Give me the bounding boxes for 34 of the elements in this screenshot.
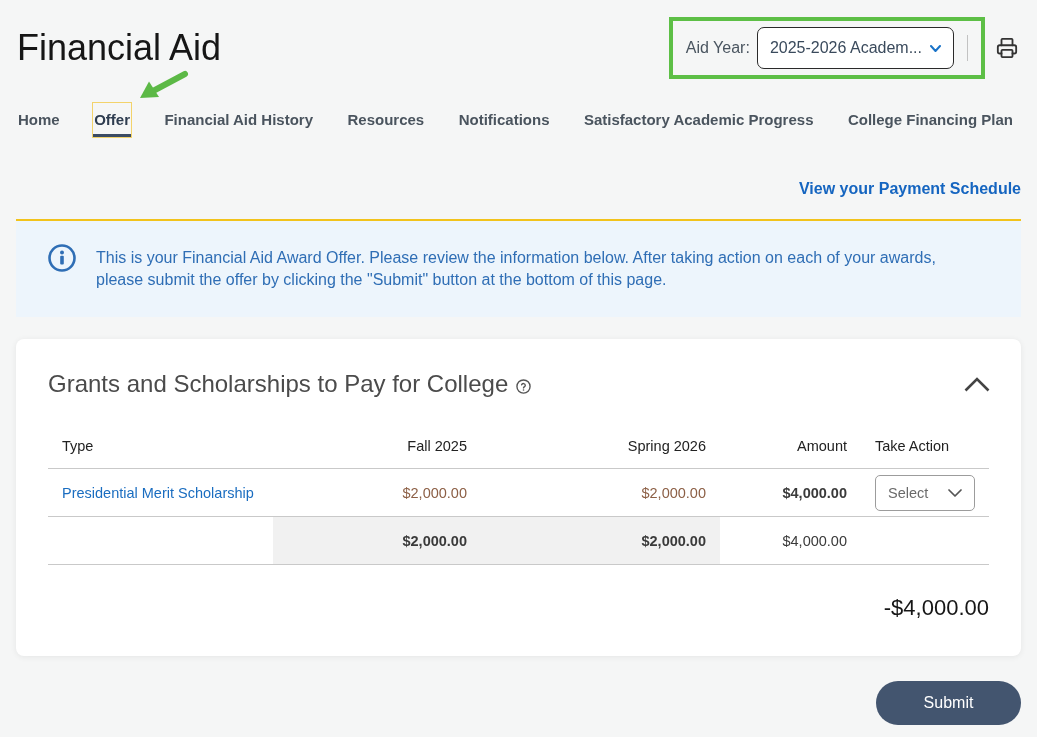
nav-tab[interactable]: Home (17, 103, 61, 137)
column-header: Take Action (875, 438, 950, 454)
chevron-down-icon (930, 44, 941, 52)
column-header: Amount (797, 438, 847, 454)
table-cell: $2,000.00 (402, 484, 467, 501)
chevron-up-icon[interactable] (964, 376, 990, 392)
nav-tab[interactable]: Offer (93, 103, 131, 137)
total-cell: $2,000.00 (273, 517, 481, 564)
column-header: Spring 2026 (627, 438, 706, 454)
aid-year-select[interactable]: 2025-2026 Academ... (756, 27, 954, 69)
column-header: Fall 2025 (407, 438, 467, 454)
page-title: Financial Aid (17, 26, 222, 70)
table-cell: $2,000.00 (641, 484, 706, 501)
info-icon (48, 244, 76, 272)
nav-tab[interactable]: Resources (346, 103, 426, 137)
help-icon[interactable] (516, 378, 532, 394)
action-select[interactable]: Select (875, 474, 975, 511)
balance-amount: -$4,000.00 (883, 595, 989, 621)
award-link[interactable]: Presidential Merit Scholarship (62, 484, 254, 501)
info-message: This is your Financial Aid Award Offer. Please review the information below. After taking action on each of your awards, please submit the offer by clicking the "Submit" button at the bottom of this page. (96, 248, 937, 290)
submit-button[interactable]: Submit (876, 681, 1021, 725)
nav-tab[interactable]: College Financing Plan (846, 103, 1014, 137)
nav-tab[interactable]: Satisfactory Academic Progress (582, 103, 815, 137)
chevron-down-icon (948, 488, 962, 497)
total-amount: $4,000.00 (782, 532, 847, 549)
nav-tab[interactable]: Financial Aid History (163, 103, 315, 137)
nav-tab[interactable]: Notifications (457, 103, 551, 137)
print-button[interactable] (996, 37, 1018, 59)
column-header: Type (62, 438, 94, 454)
payment-schedule-link[interactable]: View your Payment Schedule (799, 178, 1021, 200)
table-cell: $4,000.00 (782, 484, 847, 501)
section-title: Grants and Scholarships to Pay for College (48, 369, 509, 399)
aid-year-label: Aid Year: (685, 39, 750, 57)
total-cell: $2,000.00 (481, 517, 720, 564)
